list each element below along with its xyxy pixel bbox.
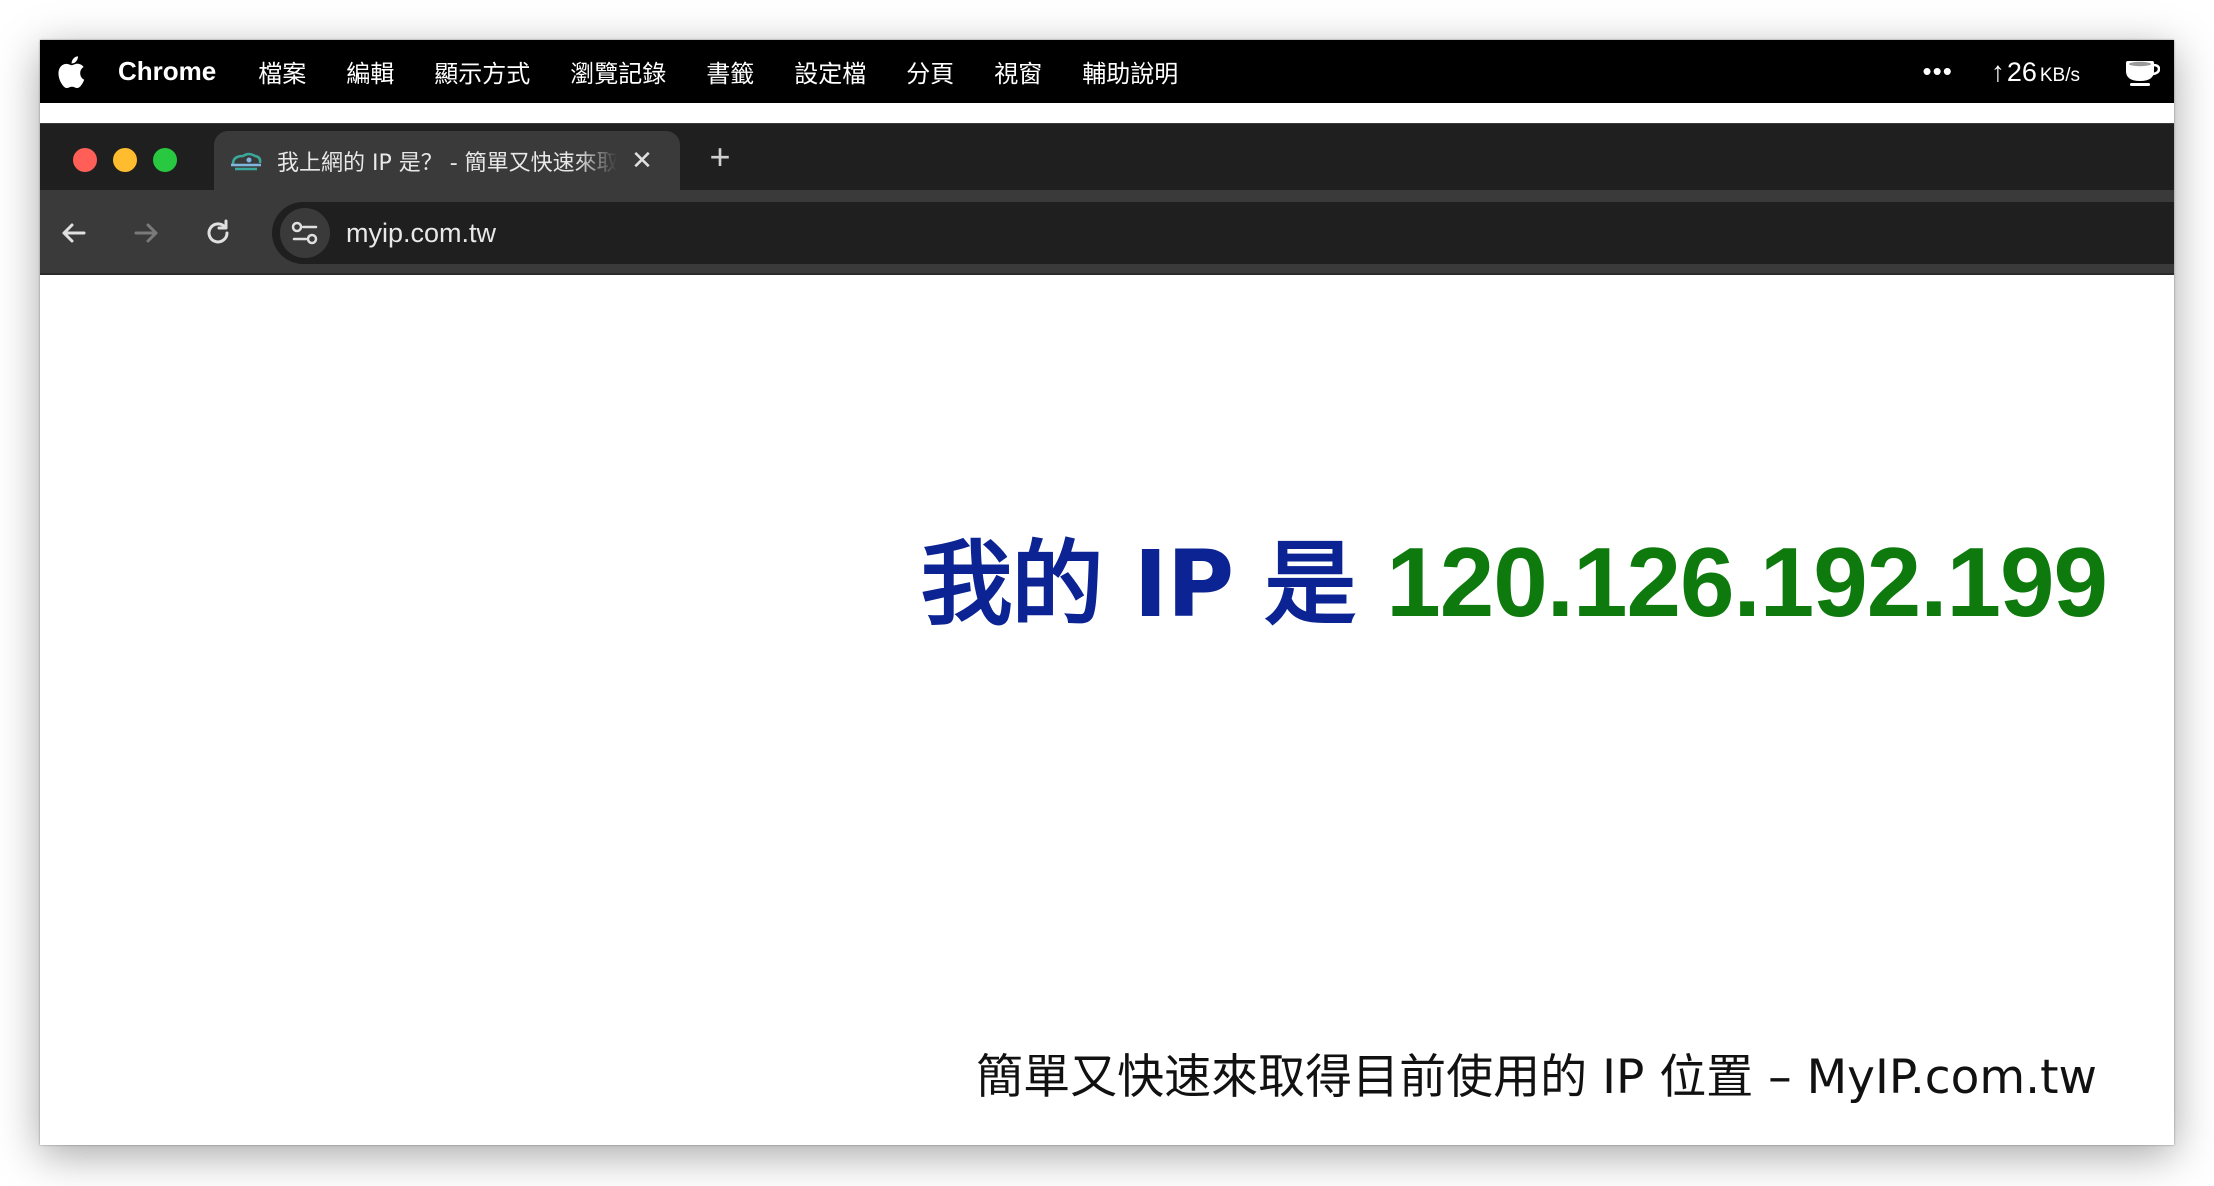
- tab-title: 我上網的 IP 是？ - 簡單又快速來取得目前使用的 IP 位置: [277, 150, 617, 176]
- coffee-cup-icon[interactable]: [2124, 57, 2160, 87]
- apple-icon[interactable]: [57, 55, 85, 88]
- network-speed-value: 26: [2006, 56, 2037, 87]
- menu-edit[interactable]: 編輯: [346, 54, 394, 89]
- forward-arrow-icon[interactable]: [128, 215, 164, 251]
- menu-view[interactable]: 顯示方式: [434, 54, 530, 89]
- reload-icon[interactable]: [200, 215, 236, 251]
- network-speed-indicator[interactable]: ↑ 26 KB/s: [1991, 56, 2080, 88]
- ip-address-value: 120.126.192.199: [1386, 527, 2108, 637]
- site-favicon-icon: [231, 152, 262, 170]
- menu-bar: Chrome 檔案 編輯 顯示方式 瀏覽記錄 書籤 設定檔 分頁 視窗 輔助說明…: [40, 40, 2174, 103]
- menu-history[interactable]: 瀏覽記錄: [570, 54, 666, 89]
- site-tagline: 簡單又快速來取得目前使用的 IP 位置 – MyIP.com.tw: [976, 1050, 2097, 1105]
- ip-headline: 我的 IP 是 120.126.192.199: [920, 510, 2108, 643]
- menu-help[interactable]: 輔助說明: [1082, 54, 1178, 89]
- menu-file[interactable]: 檔案: [258, 54, 306, 89]
- network-speed-unit: KB/s: [2039, 64, 2080, 86]
- ip-headline-label: 我的 IP 是: [920, 531, 1387, 638]
- fullscreen-window-button[interactable]: [153, 148, 177, 172]
- more-menu-extras-icon[interactable]: •••: [1923, 56, 1953, 87]
- tab-active[interactable]: 我上網的 IP 是？ - 簡單又快速來取得目前使用的 IP 位置 ✕: [214, 131, 680, 190]
- minimize-window-button[interactable]: [113, 148, 137, 172]
- close-tab-icon[interactable]: ✕: [627, 145, 657, 176]
- web-page-content: [40, 275, 2174, 1145]
- upload-arrow-icon: ↑: [1990, 55, 2005, 87]
- url-text[interactable]: myip.com.tw: [346, 218, 496, 249]
- menu-app-chrome[interactable]: Chrome: [118, 56, 216, 87]
- new-tab-button[interactable]: +: [700, 136, 740, 178]
- close-window-button[interactable]: [73, 148, 97, 172]
- menu-window[interactable]: 視窗: [994, 54, 1042, 89]
- site-settings-tune-icon[interactable]: [280, 208, 330, 258]
- menu-tab[interactable]: 分頁: [906, 54, 954, 89]
- address-bar[interactable]: myip.com.tw: [272, 202, 2174, 264]
- menu-bookmarks[interactable]: 書籤: [706, 54, 754, 89]
- back-arrow-icon[interactable]: [56, 215, 92, 251]
- menu-profiles[interactable]: 設定檔: [794, 54, 866, 89]
- menu-bar-extras: ••• ↑ 26 KB/s: [1923, 56, 2174, 88]
